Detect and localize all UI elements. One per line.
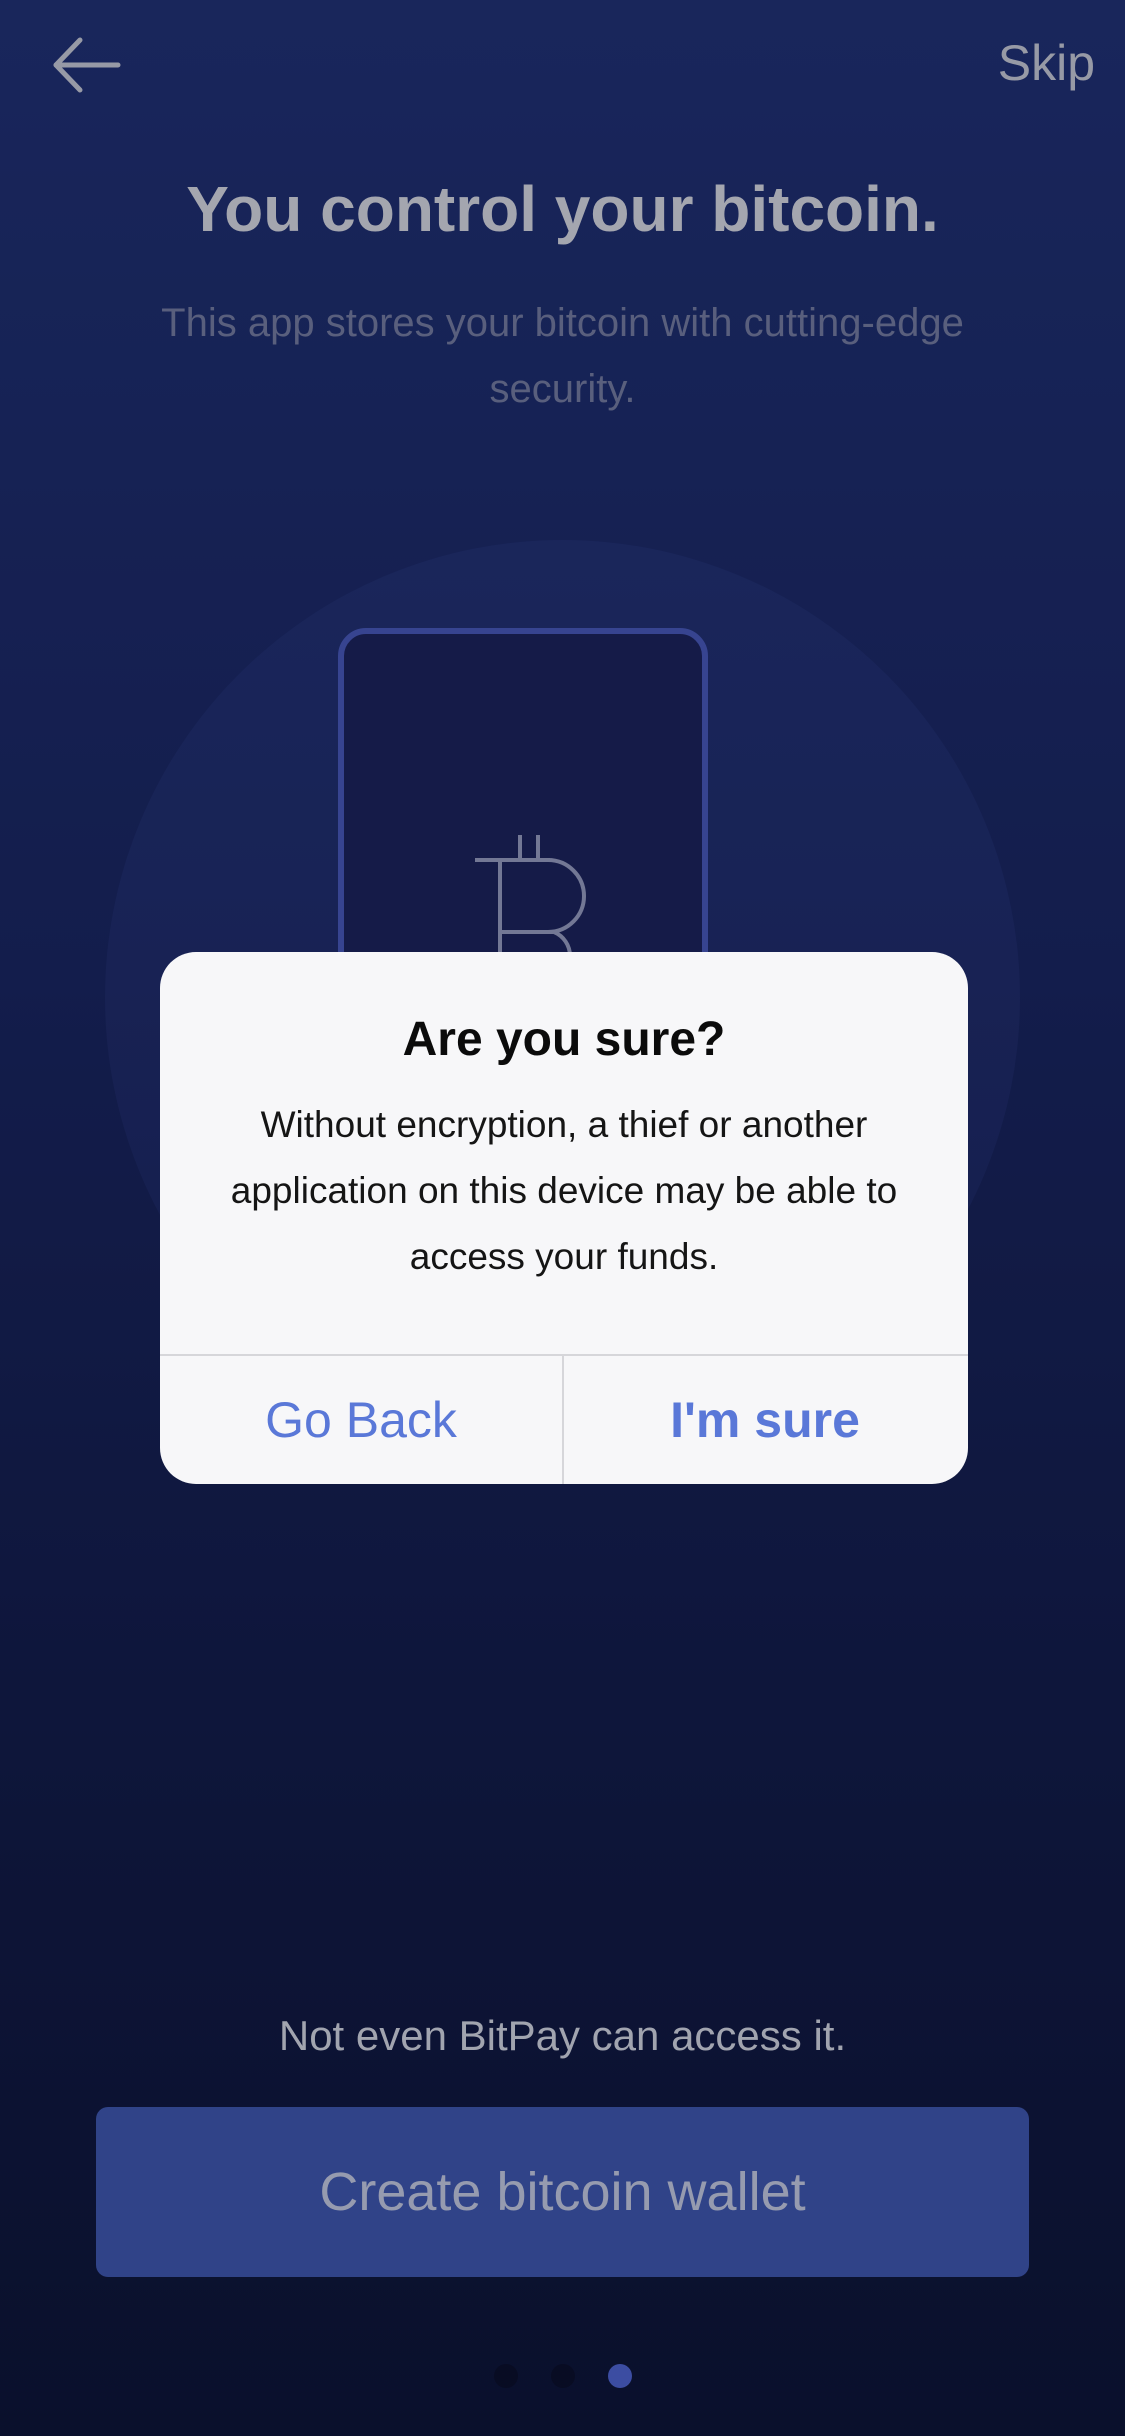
dialog-title: Are you sure? [402, 1013, 726, 1066]
im-sure-button[interactable]: I'm sure [564, 1356, 966, 1484]
confirm-dialog: Are you sure? Without encryption, a thie… [160, 952, 968, 1484]
dialog-message: Without encryption, a thief or another a… [230, 1104, 898, 1277]
go-back-button[interactable]: Go Back [160, 1356, 562, 1484]
